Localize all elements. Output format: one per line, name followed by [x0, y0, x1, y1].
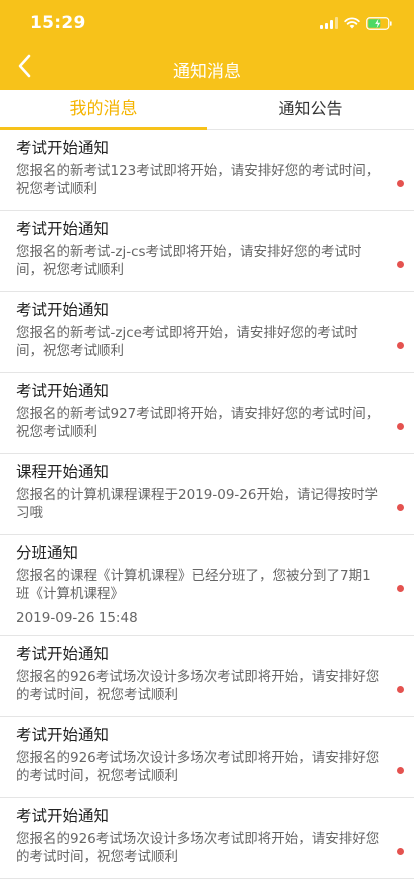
unread-dot-icon	[397, 585, 404, 592]
unread-dot-icon	[397, 686, 404, 693]
message-item[interactable]: 考试开始通知您报名的926考试场次设计多场次考试即将开始，请安排好您的考试时间，…	[0, 798, 414, 879]
message-title: 考试开始通知	[16, 382, 110, 400]
message-item[interactable]: 考试开始通知您报名的新考试927考试即将开始，请安排好您的考试时间，祝您考试顺利	[0, 373, 414, 454]
message-item[interactable]: 分班通知您报名的课程《计算机课程》已经分班了，您被分到了7期1班《计算机课程》 2…	[0, 535, 414, 636]
cellular-signal-icon	[320, 17, 338, 29]
message-title: 考试开始通知	[16, 220, 110, 238]
unread-dot-icon	[397, 342, 404, 349]
status-bar: 15:29	[0, 0, 414, 46]
status-time: 15:29	[30, 13, 86, 33]
message-title: 课程开始通知	[16, 463, 110, 481]
wifi-icon	[344, 17, 360, 29]
message-item[interactable]: 考试开始通知您报名的新考试123考试即将开始，请安排好您的考试时间，祝您考试顺利	[0, 130, 414, 211]
message-body: 您报名的新考试-zj-cs考试即将开始，请安排好您的考试时间，祝您考试顺利	[16, 244, 362, 278]
message-title: 考试开始通知	[16, 645, 110, 663]
message-item[interactable]: 考试开始通知您报名的新考试-zjce考试即将开始，请安排好您的考试时间，祝您考试…	[0, 292, 414, 373]
unread-dot-icon	[397, 848, 404, 855]
battery-charging-icon	[366, 16, 392, 30]
nav-bar: 通知消息	[0, 46, 414, 90]
unread-dot-icon	[397, 423, 404, 430]
message-item[interactable]: 考试开始通知您报名的926考试场次设计多场次考试即将开始，请安排好您的考试时间，…	[0, 717, 414, 798]
message-title: 考试开始通知	[16, 301, 110, 319]
tab-label: 通知公告	[278, 99, 343, 118]
tab-announcements[interactable]: 通知公告	[207, 90, 414, 129]
message-date: 2019-09-26 15:48	[16, 610, 138, 626]
message-body: 您报名的新考试-zjce考试即将开始，请安排好您的考试时间，祝您考试顺利	[16, 325, 358, 359]
message-item[interactable]: 考试开始通知您报名的新考试-zj-cs考试即将开始，请安排好您的考试时间，祝您考…	[0, 211, 414, 292]
message-body: 您报名的计算机课程课程于2019-09-26开始，请记得按时学习哦	[16, 487, 378, 521]
tab-label: 我的消息	[69, 99, 138, 119]
unread-dot-icon	[397, 504, 404, 511]
tab-my-messages[interactable]: 我的消息	[0, 90, 207, 130]
message-item[interactable]: 课程开始通知您报名的计算机课程课程于2019-09-26开始，请记得按时学习哦	[0, 454, 414, 535]
tab-bar: 我的消息 通知公告	[0, 90, 414, 130]
message-title: 分班通知	[16, 544, 79, 562]
message-title: 考试开始通知	[16, 726, 110, 744]
message-body: 您报名的新考试123考试即将开始，请安排好您的考试时间，祝您考试顺利	[16, 163, 380, 197]
app-header: 15:29 通知消息	[0, 0, 414, 90]
message-body: 您报名的课程《计算机课程》已经分班了，您被分到了7期1班《计算机课程》	[16, 568, 371, 602]
unread-dot-icon	[397, 180, 404, 187]
message-body: 您报名的926考试场次设计多场次考试即将开始，请安排好您的考试时间，祝您考试顺利	[16, 669, 380, 703]
message-body: 您报名的926考试场次设计多场次考试即将开始，请安排好您的考试时间，祝您考试顺利	[16, 831, 380, 865]
message-list: 考试开始通知 您报名的新考试123考试即将开始，请安排好您的考试时间，祝您考试顺利…	[0, 130, 414, 879]
unread-dot-icon	[397, 261, 404, 268]
message-item[interactable]: 考试开始通知您报名的926考试场次设计多场次考试即将开始，请安排好您的考试时间，…	[0, 636, 414, 717]
message-title: 考试开始通知	[16, 139, 110, 157]
message-body: 您报名的926考试场次设计多场次考试即将开始，请安排好您的考试时间，祝您考试顺利	[16, 750, 380, 784]
message-title: 考试开始通知	[16, 807, 110, 825]
system-icons	[320, 16, 392, 30]
message-body: 您报名的新考试927考试即将开始，请安排好您的考试时间，祝您考试顺利	[16, 406, 380, 440]
page-title: 通知消息	[173, 62, 241, 82]
unread-dot-icon	[397, 767, 404, 774]
